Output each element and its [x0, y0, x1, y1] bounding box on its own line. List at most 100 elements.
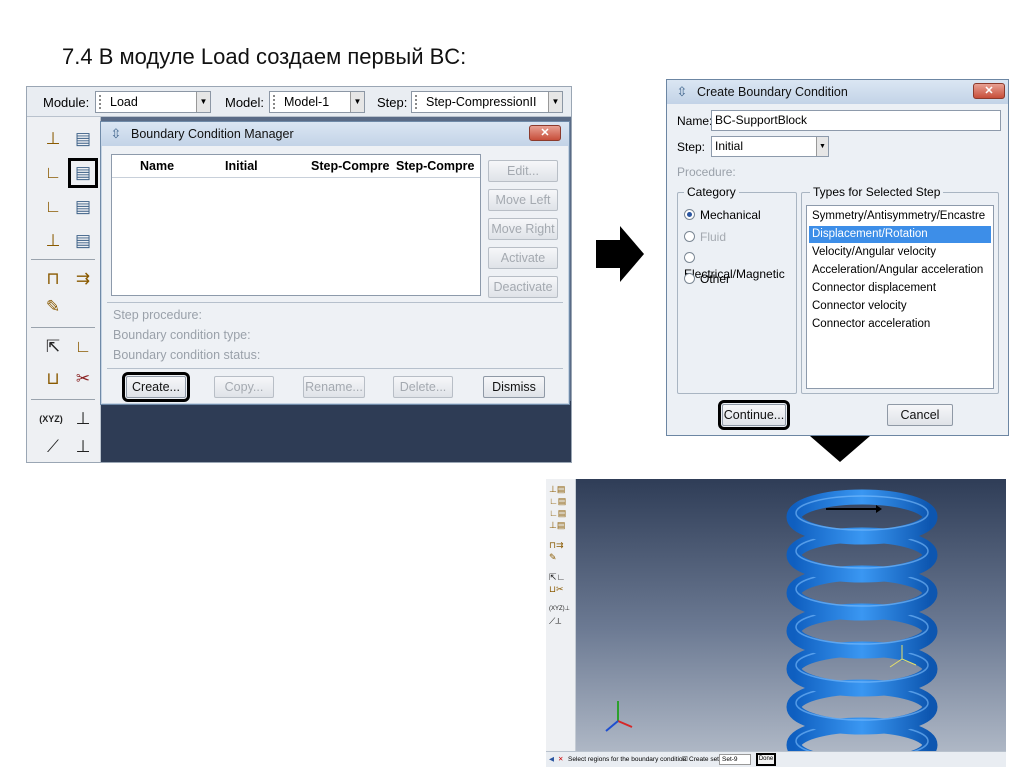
bc-manager-titlebar: ⇳ Boundary Condition Manager: [101, 122, 569, 146]
bc-create-icon[interactable]: ∟: [41, 161, 65, 185]
continue-button[interactable]: Continue...: [718, 400, 790, 430]
category-mechanical[interactable]: Mechanical: [684, 207, 761, 223]
prompt-text: Select regions for the boundary conditio…: [568, 756, 687, 763]
amplitude-manager-icon[interactable]: ⇉: [71, 267, 95, 291]
done-button[interactable]: Done: [756, 753, 776, 766]
separator: [107, 302, 563, 303]
set-name-input[interactable]: Set-9: [719, 754, 751, 765]
csys-axes-icon[interactable]: ⊥: [71, 407, 95, 431]
create-sets-label: Create set:: [689, 756, 721, 763]
edit-pencil-icon[interactable]: ✎: [549, 551, 570, 563]
chevron-down-icon[interactable]: ▼: [196, 92, 210, 112]
model-value: Model-1: [284, 95, 330, 109]
edit-button[interactable]: Edit...: [488, 160, 558, 182]
close-button[interactable]: ✕: [973, 83, 1005, 99]
cancel-button[interactable]: Cancel: [887, 404, 953, 426]
grip-icon: [99, 95, 105, 109]
type-item[interactable]: Symmetry/Antisymmetry/Encastre: [809, 208, 991, 225]
close-button[interactable]: ✕: [529, 125, 561, 141]
grip-icon: [273, 95, 279, 109]
dismiss-button[interactable]: Dismiss: [483, 376, 545, 398]
create-bc-dialog: ⇳ Create Boundary Condition ✕ Name: BC-S…: [666, 79, 1009, 436]
step-combo[interactable]: Step-CompressionII ▼: [411, 91, 563, 113]
column-name[interactable]: Name: [140, 159, 174, 173]
procedure-label: Procedure:: [677, 165, 736, 179]
set-icon[interactable]: ⊔: [41, 367, 65, 391]
step-select[interactable]: Initial ▼: [711, 136, 829, 157]
create-button[interactable]: Create...: [122, 372, 190, 402]
delete-button[interactable]: Delete...: [393, 376, 453, 398]
activate-button[interactable]: Activate: [488, 247, 558, 269]
module-label: Module:: [43, 95, 90, 110]
bc-status-label: Boundary condition status:: [113, 348, 261, 362]
slide-title: 7.4 В модуле Load создаем первый BC:: [62, 44, 467, 69]
select-cursor-icon[interactable]: ⇱∟: [549, 571, 570, 583]
column-step-1[interactable]: Step-Compre: [311, 159, 389, 173]
edit-pencil-icon[interactable]: ✎: [41, 295, 65, 319]
separator: [107, 368, 563, 369]
step-label: Step:: [677, 140, 706, 154]
module-combo[interactable]: Load ▼: [95, 91, 211, 113]
type-item-selected[interactable]: Displacement/Rotation: [809, 226, 991, 243]
load-case-manager-icon[interactable]: ▤: [71, 229, 95, 253]
type-item[interactable]: Connector displacement: [809, 280, 991, 297]
radio-icon: [684, 252, 695, 263]
window-app-icon: ⇳: [676, 84, 688, 99]
load-icon[interactable]: ⊥▤: [549, 483, 570, 495]
viewport-toolbox: ⊥▤ ∟▤ ∟▤ ⊥▤ ⊓⇉ ✎ ⇱∟ ⊔✂ (XYZ)⊥ ⟋⊥: [546, 479, 576, 751]
move-right-button[interactable]: Move Right: [488, 218, 558, 240]
chevron-down-icon[interactable]: ▼: [350, 92, 364, 112]
column-initial[interactable]: Initial: [225, 159, 258, 173]
type-item[interactable]: Connector velocity: [809, 298, 991, 315]
spring-coil[interactable]: [786, 489, 938, 545]
toolbox-divider: [31, 259, 95, 260]
predefined-field-icon[interactable]: ∟: [41, 195, 65, 219]
copy-button[interactable]: Copy...: [214, 376, 274, 398]
cut-icon[interactable]: ⊔✂: [549, 583, 570, 595]
name-input[interactable]: BC-SupportBlock: [711, 110, 1001, 131]
radio-selected-icon: [684, 209, 695, 220]
rename-button[interactable]: Rename...: [303, 376, 365, 398]
bc-table[interactable]: Name Initial Step-Compre Step-Compre: [111, 154, 481, 296]
triad-icon: [605, 701, 633, 732]
chevron-down-icon[interactable]: ▼: [816, 137, 828, 156]
load-manager-icon[interactable]: ▤: [71, 127, 95, 151]
name-label: Name:: [677, 114, 713, 128]
column-step-2[interactable]: Step-Compre: [396, 159, 474, 173]
type-item[interactable]: Velocity/Angular velocity: [809, 244, 991, 261]
datum-axis-icon[interactable]: ⟋: [41, 435, 65, 459]
category-other[interactable]: Other: [684, 271, 730, 287]
back-arrow-icon[interactable]: ◀: [549, 752, 554, 767]
case-icon[interactable]: ⊥▤: [549, 519, 570, 531]
category-fluid[interactable]: Fluid: [684, 229, 726, 245]
cut-icon[interactable]: ✂: [71, 367, 95, 391]
amplitude-icon[interactable]: ⊓: [41, 267, 65, 291]
chevron-down-icon[interactable]: ▼: [548, 92, 562, 112]
amplitude-icon[interactable]: ⊓⇉: [549, 539, 570, 551]
datum-axis-icon[interactable]: ⟋⊥: [549, 615, 570, 627]
load-create-icon[interactable]: ⊥: [41, 127, 65, 151]
bc-manager-highlight: [68, 158, 98, 188]
model-combo[interactable]: Model-1 ▼: [269, 91, 365, 113]
type-item[interactable]: Acceleration/Angular acceleration: [809, 262, 991, 279]
header-divider: [112, 177, 480, 178]
radio-icon: [684, 273, 695, 284]
select-cursor-icon[interactable]: ⇱: [41, 335, 65, 359]
field-manager-icon[interactable]: ▤: [71, 195, 95, 219]
partition-icon[interactable]: ∟: [71, 335, 95, 359]
datum-point-icon[interactable]: ⊥: [71, 435, 95, 459]
field-icon[interactable]: ∟▤: [549, 507, 570, 519]
cancel-x-icon[interactable]: ✕: [558, 752, 563, 767]
type-item[interactable]: Connector acceleration: [809, 316, 991, 333]
bc-icon[interactable]: ∟▤: [549, 495, 570, 507]
category-electrical[interactable]: Electrical/Magnetic: [684, 250, 796, 281]
move-left-button[interactable]: Move Left: [488, 189, 558, 211]
datum-csys-icon[interactable]: (XYZ)⊥: [549, 603, 570, 615]
deactivate-button[interactable]: Deactivate: [488, 276, 558, 298]
datum-csys-icon[interactable]: (XYZ): [39, 407, 63, 431]
types-list[interactable]: Symmetry/Antisymmetry/Encastre Displacem…: [806, 205, 994, 389]
load-case-icon[interactable]: ⊥: [41, 229, 65, 253]
category-label: Fluid: [700, 230, 727, 244]
create-sets-checkbox[interactable]: ☑: [682, 752, 688, 767]
spring-coils[interactable]: [786, 489, 938, 767]
